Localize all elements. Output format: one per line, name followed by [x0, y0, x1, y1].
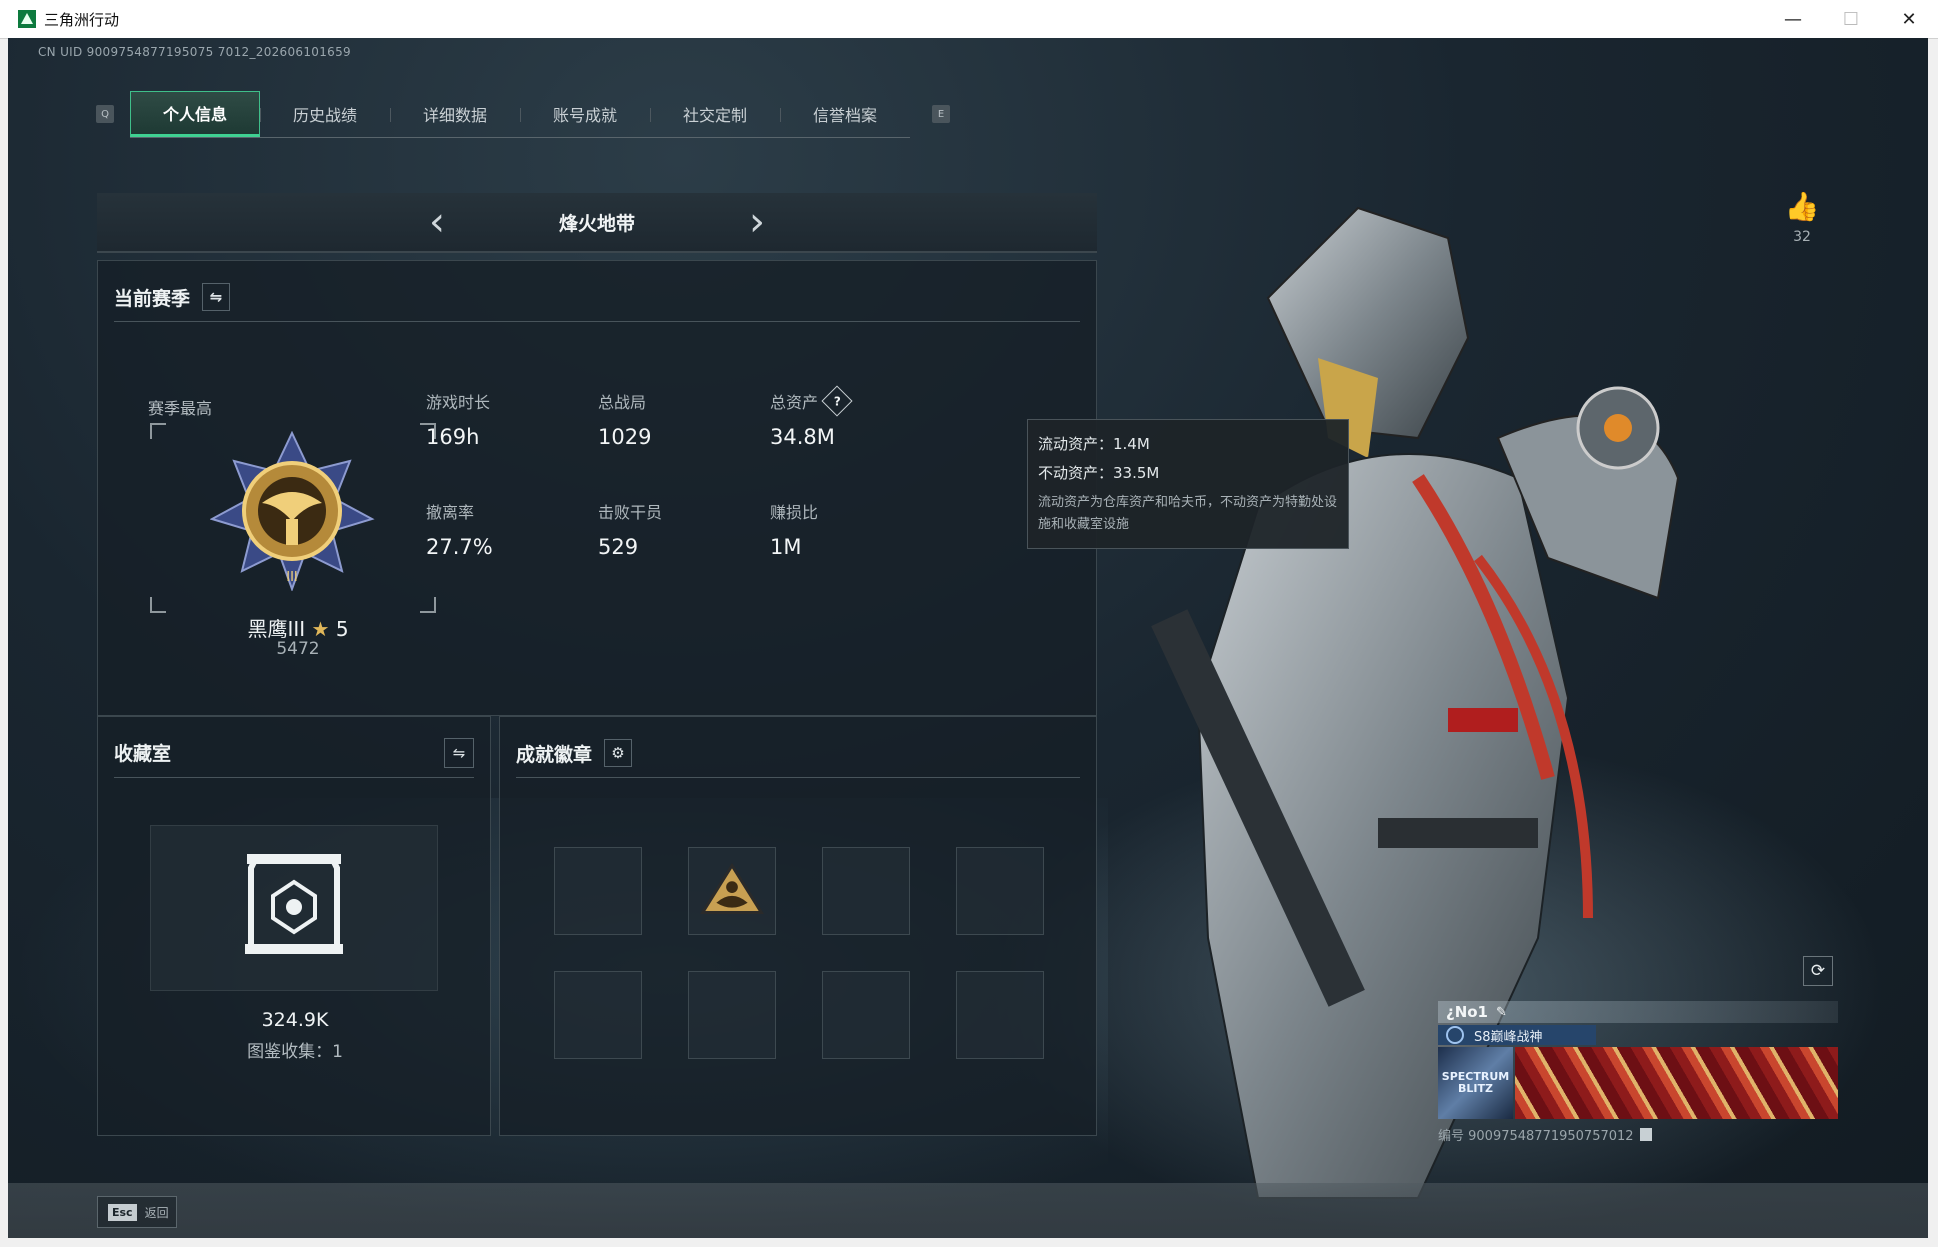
collection-value: 324.9K	[261, 1009, 329, 1031]
tab-prev-key-hint[interactable]: Q	[96, 105, 114, 123]
collection-count: 图鉴收集：1	[247, 1042, 343, 1062]
player-name: ¿No1	[1446, 1003, 1488, 1021]
tab-personal-info[interactable]: 个人信息	[130, 90, 260, 137]
settings-gear-icon[interactable]: ⚙	[604, 739, 633, 767]
swap-icon[interactable]: ⇋	[202, 283, 231, 311]
achievement-badge-icon	[700, 862, 764, 914]
minimize-button[interactable]: —	[1764, 0, 1822, 38]
assets-tooltip: 流动资产：1.4M 不动资产：33.5M 流动资产为仓库资产和哈夫币，不动资产为…	[1027, 419, 1349, 549]
season-title: 当前赛季	[114, 287, 191, 310]
collection-preview[interactable]	[150, 825, 438, 991]
rank-emblem-icon: III	[210, 431, 375, 591]
stat-operators-defeated: 击败干员 529	[598, 503, 663, 559]
stat-total-matches: 总战局 1029	[598, 393, 652, 449]
tooltip-liquid-assets: 流动资产：1.4M	[1038, 435, 1150, 453]
edit-icon[interactable]: ✎	[1496, 1005, 1507, 1020]
player-id-row: 编号 90097548771950757012	[1438, 1125, 1838, 1144]
tab-social[interactable]: 社交定制	[650, 91, 780, 137]
card-images: SPECTRUM BLITZ	[1438, 1047, 1838, 1119]
tab-next-key-hint[interactable]: E	[932, 105, 950, 123]
season-best-label: 赛季最高	[148, 399, 213, 418]
tab-detailed-data[interactable]: 详细数据	[390, 91, 520, 137]
bottom-bar	[8, 1183, 1928, 1238]
window-controls: — ☐ ✕	[1764, 0, 1938, 38]
window-title: 三角洲行动	[44, 10, 120, 29]
achievements-title: 成就徽章	[516, 743, 593, 766]
divider	[114, 777, 474, 778]
copy-icon[interactable]	[1639, 1128, 1652, 1141]
rank-stars: 5	[335, 617, 349, 641]
collection-swap-icon[interactable]: ⇋	[444, 738, 474, 768]
maximize-button[interactable]: ☐	[1822, 0, 1880, 38]
divider	[516, 777, 1080, 778]
rank-score: 5472	[276, 639, 320, 659]
like-count: 32	[1793, 229, 1811, 245]
refresh-icon[interactable]: ⟳	[1803, 956, 1833, 986]
achievement-slot[interactable]	[822, 847, 910, 935]
player-title: S8巅峰战神	[1474, 1029, 1543, 1045]
rank-star-icon: ★	[311, 617, 330, 641]
season-panel-header: 当前赛季 ⇋	[114, 283, 231, 311]
title-badge-icon	[1446, 1026, 1464, 1044]
like-button[interactable]: 👍 32	[1782, 190, 1822, 245]
player-id: 编号 90097548771950757012	[1438, 1129, 1634, 1144]
player-card[interactable]: ¿No1 ✎ S8巅峰战神 SPECTRUM BLITZ 编号 90097548…	[1438, 1001, 1838, 1151]
close-button[interactable]: ✕	[1880, 0, 1938, 38]
collection-case-icon	[245, 854, 343, 954]
esc-key-hint: Esc	[108, 1203, 137, 1221]
collection-title: 收藏室	[114, 743, 172, 765]
tab-history[interactable]: 历史战绩	[260, 91, 390, 137]
tooltip-fixed-assets: 不动资产：33.5M	[1038, 464, 1160, 482]
season-badge-image: SPECTRUM BLITZ	[1438, 1047, 1513, 1119]
mode-selector: ‹ 烽火地带 ›	[97, 193, 1097, 253]
window-titlebar: 三角洲行动 — ☐ ✕	[0, 0, 1938, 39]
player-title-row: S8巅峰战神	[1438, 1025, 1596, 1045]
help-icon[interactable]: ?	[821, 385, 853, 417]
mode-prev-button[interactable]: ‹	[407, 193, 467, 251]
stat-play-time: 游戏时长 169h	[426, 393, 491, 449]
back-button[interactable]: Esc 返回	[97, 1196, 177, 1228]
thumbs-up-icon: 👍	[1784, 190, 1820, 223]
achievement-slot[interactable]	[688, 971, 776, 1059]
current-season-panel: 当前赛季 ⇋ 赛季最高 III 黑鹰III ★ 5 5472 游戏时长 169h	[97, 260, 1097, 716]
mode-title: 烽火地带	[558, 212, 635, 235]
app-logo-icon	[18, 10, 36, 28]
achievements-panel: 成就徽章 ⚙	[499, 716, 1097, 1136]
mode-next-button[interactable]: ›	[727, 193, 787, 251]
back-label: 返回	[144, 1205, 169, 1220]
stat-profit-loss-ratio: 赚损比 1M	[770, 503, 819, 559]
svg-text:III: III	[286, 570, 298, 585]
stat-extraction-rate: 撤离率 27.7%	[426, 503, 493, 559]
achievement-slot[interactable]	[554, 971, 642, 1059]
achievements-header: 成就徽章 ⚙	[516, 739, 633, 767]
uid-text: CN UID 9009754877195075 7012_20260610165…	[38, 45, 351, 59]
player-name-row: ¿No1 ✎	[1438, 1001, 1838, 1023]
game-viewport: CN UID 9009754877195075 7012_20260610165…	[8, 38, 1928, 1238]
achievement-slot[interactable]	[554, 847, 642, 935]
tab-credit[interactable]: 信誉档案	[780, 91, 910, 137]
stat-total-assets: 总资产? 34.8M	[770, 385, 940, 449]
rank-name: 黑鹰III ★ 5	[247, 617, 349, 641]
tab-account-achievements[interactable]: 账号成就	[520, 91, 650, 137]
achievement-slot[interactable]	[956, 971, 1044, 1059]
card-banner-image	[1515, 1047, 1838, 1119]
achievement-slot[interactable]	[822, 971, 910, 1059]
tab-bar: Q 个人信息 历史战绩 详细数据 账号成就 社交定制 信誉档案 E	[96, 90, 950, 138]
collection-panel: 收藏室 ⇋ 324.9K 图鉴收集：1	[97, 716, 491, 1136]
tooltip-note: 流动资产为仓库资产和哈夫币，不动资产为特勤处设施和收藏室设施	[1038, 495, 1338, 532]
achievement-slot[interactable]	[956, 847, 1044, 935]
achievement-slot-filled[interactable]	[688, 847, 776, 935]
divider	[114, 321, 1080, 322]
